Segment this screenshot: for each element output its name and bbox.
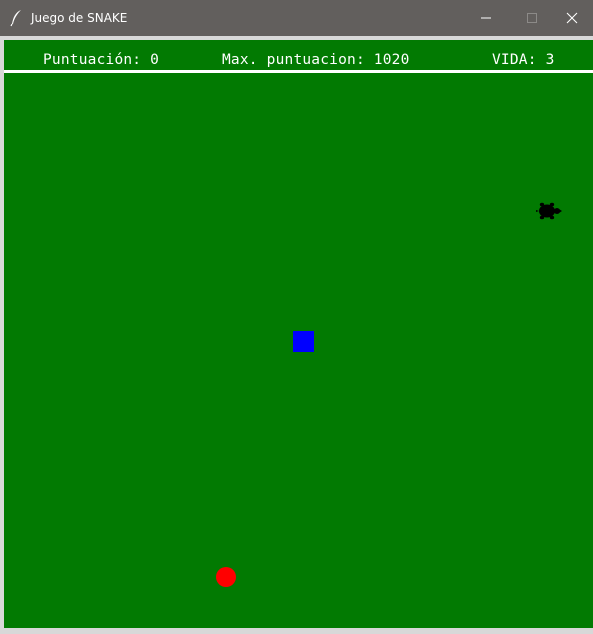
- high-score-label: Max. puntuacion: 1020: [222, 52, 410, 68]
- minimize-icon: [481, 17, 491, 19]
- score-label: Puntuación: 0: [43, 52, 160, 68]
- minimize-button[interactable]: [463, 0, 509, 36]
- food-item: [216, 567, 236, 587]
- lives-label: VIDA: 3: [492, 52, 555, 68]
- window-title: Juego de SNAKE: [31, 11, 128, 25]
- canvas-frame: Puntuación: 0 Max. puntuacion: 1020 VIDA…: [0, 36, 593, 634]
- app-window: Juego de SNAKE Puntuación: 0 Max. puntua…: [0, 0, 593, 634]
- snake-head: [293, 331, 314, 352]
- close-icon: [566, 12, 578, 24]
- title-bar[interactable]: Juego de SNAKE: [0, 0, 593, 36]
- feather-icon: [10, 10, 21, 27]
- turtle-icon: [536, 202, 562, 220]
- game-canvas[interactable]: Puntuación: 0 Max. puntuacion: 1020 VIDA…: [4, 40, 593, 628]
- close-button[interactable]: [549, 0, 593, 36]
- hud-divider: [4, 70, 593, 73]
- maximize-icon: [527, 13, 537, 23]
- score-hud: Puntuación: 0 Max. puntuacion: 1020 VIDA…: [4, 52, 593, 70]
